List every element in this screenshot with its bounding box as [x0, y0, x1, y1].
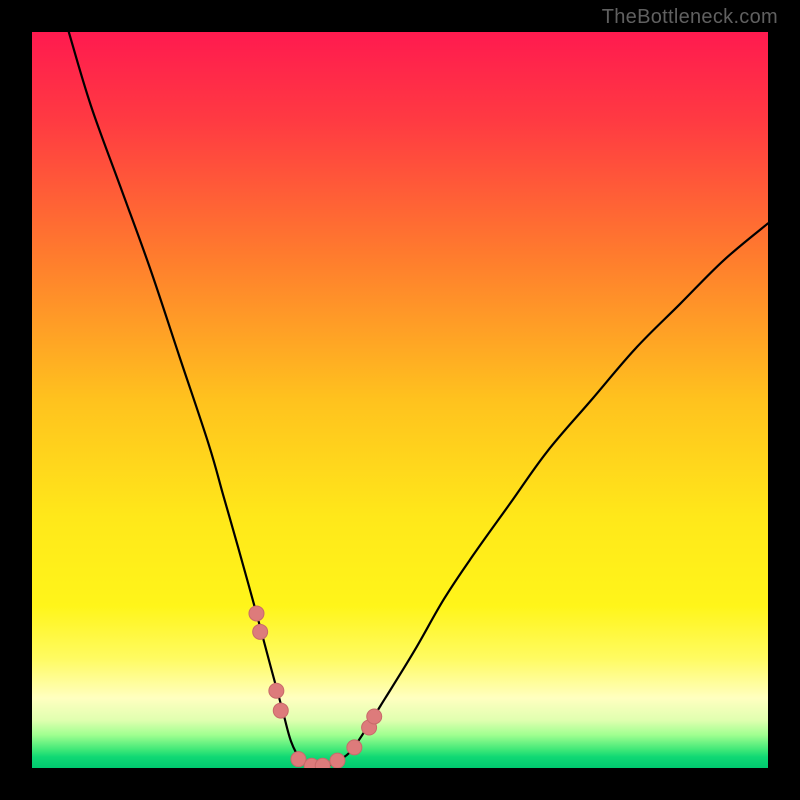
- curve-marker: [249, 606, 264, 621]
- curve-marker: [273, 703, 288, 718]
- curve-marker: [315, 758, 330, 768]
- plot-area: [32, 32, 768, 768]
- curve-marker: [291, 752, 306, 767]
- chart-frame: TheBottleneck.com: [0, 0, 800, 800]
- curve-marker: [367, 709, 382, 724]
- bottleneck-curve: [69, 32, 768, 767]
- curve-marker: [330, 753, 345, 768]
- curve-markers: [249, 606, 382, 768]
- watermark-text: TheBottleneck.com: [602, 6, 778, 29]
- curve-marker: [269, 683, 284, 698]
- curve-marker: [253, 624, 268, 639]
- curve-layer: [32, 32, 768, 768]
- curve-marker: [347, 740, 362, 755]
